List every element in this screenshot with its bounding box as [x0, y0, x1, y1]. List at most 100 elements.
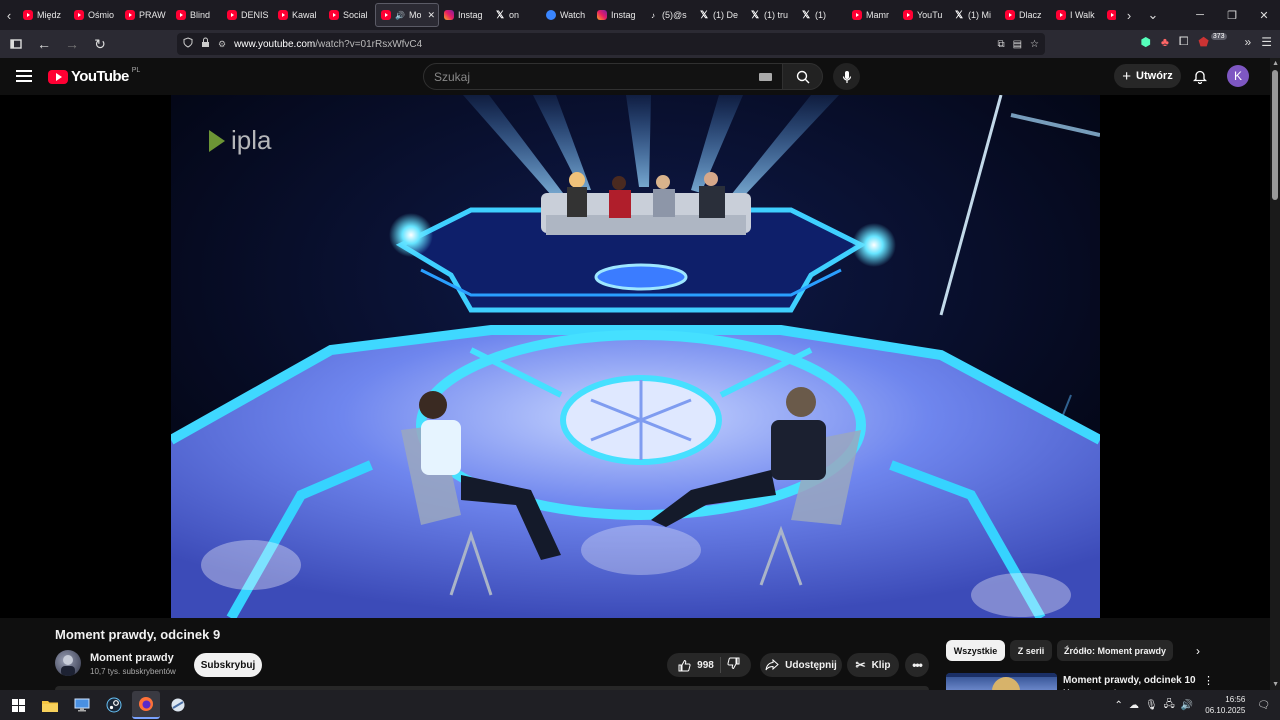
ublock-icon[interactable]: ⬟ [1198, 35, 1208, 49]
recommended-video-thumbnail[interactable] [946, 673, 1057, 690]
browser-tab[interactable]: DENIS [222, 3, 273, 27]
close-window-icon[interactable]: ✕ [1248, 0, 1280, 30]
vpn-shield-icon[interactable]: ⬢ [1140, 35, 1150, 49]
address-bar[interactable]: ⚙ www.youtube.com/watch?v=01rRsxWfvC4 ⧉ … [177, 33, 1045, 55]
tracking-shield-icon[interactable] [183, 37, 193, 51]
browser-tab[interactable]: Kawal [273, 3, 324, 27]
channel-avatar[interactable] [55, 650, 81, 676]
ipla-play-logo-icon [209, 129, 225, 152]
more-actions-button[interactable]: ••• [905, 653, 929, 677]
account-avatar[interactable]: K [1227, 65, 1249, 87]
scissors-icon: ✂ [855, 658, 866, 672]
youtube-logo[interactable]: YouTube PL [48, 67, 140, 85]
chip-all[interactable]: Wszystkie [946, 640, 1005, 661]
page-scrollbar[interactable]: ▲ ▼ [1270, 58, 1280, 690]
notification-center-icon[interactable]: 🗨 [1257, 700, 1270, 711]
extension-badge: 373 [1210, 33, 1227, 40]
browser-tab[interactable]: 🔊 Mo ✕ [375, 3, 439, 27]
like-button[interactable]: 998 [678, 659, 714, 672]
windows-start-icon[interactable] [4, 691, 32, 719]
overflow-chevron-icon[interactable]: » [1245, 35, 1252, 49]
clock[interactable]: 16:56 06.10.2025 [1205, 694, 1245, 716]
network-icon[interactable]: 🖧 [1164, 697, 1175, 714]
search-input[interactable] [434, 69, 734, 84]
web-favicon-icon [546, 10, 556, 20]
browser-tab[interactable]: 𝕏 (1) tru [745, 3, 796, 27]
browser-tab[interactable]: Polit [1102, 3, 1116, 27]
tab-audio-icon[interactable]: 🔊 [395, 11, 405, 20]
close-tab-icon[interactable]: ✕ [427, 10, 435, 21]
tabs-scroll-right-icon[interactable]: › [1120, 0, 1138, 30]
back-icon[interactable]: ← [32, 32, 56, 56]
remote-desktop-icon[interactable] [68, 691, 96, 719]
video-frame[interactable]: ipla [171, 95, 1100, 618]
reload-icon[interactable]: ↻ [88, 32, 112, 56]
bookmark-star-icon[interactable]: ☆ [1030, 39, 1039, 50]
tab-label: Social [343, 10, 368, 20]
search-button[interactable] [782, 63, 823, 90]
tabs-scroll-left-icon[interactable]: ‹ [0, 0, 18, 30]
browser-tab[interactable]: Watch [541, 3, 592, 27]
browser-tab[interactable]: 𝕏on [490, 3, 541, 27]
browser-tab[interactable]: Mamr [847, 3, 898, 27]
x-favicon-icon: 𝕏 [495, 9, 505, 21]
app-menu-icon[interactable]: ☰ [1261, 35, 1272, 49]
guide-menu-icon[interactable] [16, 70, 32, 82]
onedrive-cloud-icon[interactable]: ☁ [1129, 700, 1139, 711]
microphone-tray-icon[interactable]: 🎙 [1145, 700, 1158, 711]
reader-view-icon[interactable]: ▤ [1013, 39, 1022, 50]
firefox-extension-icon[interactable]: ♣ [1161, 35, 1169, 49]
browser-tab[interactable]: 𝕏 (1) Mi [949, 3, 1000, 27]
browser-tab[interactable]: PRAW [120, 3, 171, 27]
scroll-down-icon[interactable]: ▼ [1272, 681, 1279, 688]
video-still-image [171, 95, 1100, 618]
browser-tab[interactable]: ♪ (5)@s [643, 3, 694, 27]
picture-in-picture-icon[interactable]: ⧉ [997, 39, 1004, 50]
keyboard-icon[interactable] [759, 73, 772, 81]
scrollbar-thumb[interactable] [1272, 70, 1278, 200]
chips-next-icon[interactable]: › [1190, 643, 1206, 659]
dislike-button[interactable] [727, 657, 740, 673]
subscribe-button[interactable]: Subskrybuj [194, 653, 262, 677]
tray-overflow-chevron-icon[interactable]: ⌃ [1115, 700, 1123, 711]
voice-search-button[interactable] [833, 63, 860, 90]
browser-tab[interactable]: Ośmio [69, 3, 120, 27]
file-explorer-icon[interactable] [36, 691, 64, 719]
minimize-icon[interactable]: ─ [1184, 0, 1216, 30]
sidebar-toggle-icon[interactable] [4, 32, 28, 56]
scroll-up-icon[interactable]: ▲ [1272, 60, 1279, 67]
forward-icon[interactable]: → [60, 32, 84, 56]
browser-tab[interactable]: 𝕏 (1) [796, 3, 847, 27]
tab-label: Kawal [292, 10, 317, 20]
steam-icon[interactable] [100, 691, 128, 719]
volume-icon[interactable]: 🔊 [1181, 700, 1193, 711]
restore-icon[interactable]: ❐ [1216, 0, 1248, 30]
clip-button[interactable]: ✂ Klip [847, 653, 899, 677]
browser-tab[interactable]: YouTu [898, 3, 949, 27]
tab-label: Watch [560, 10, 586, 20]
recommended-video-title[interactable]: Moment prawdy, odcinek 10 [1063, 675, 1196, 686]
video-player[interactable]: ipla [0, 95, 1270, 618]
firefox-icon[interactable] [132, 691, 160, 719]
recommended-video-menu-icon[interactable]: ⋮ [1203, 674, 1214, 687]
browser-tab[interactable]: Instag [439, 3, 490, 27]
permissions-icon[interactable]: ⚙ [218, 39, 226, 50]
create-button[interactable]: + Utwórz [1114, 64, 1181, 88]
browser-tab[interactable]: Dlacz [1000, 3, 1051, 27]
channel-name[interactable]: Moment prawdy [90, 652, 174, 664]
browser-tab[interactable]: Social [324, 3, 375, 27]
share-button[interactable]: Udostępnij [760, 653, 842, 677]
browser-tab[interactable]: I Walk [1051, 3, 1102, 27]
browser-tab[interactable]: Blind [171, 3, 222, 27]
browser-tab[interactable]: Międz [18, 3, 69, 27]
browser-nav-bar: ← → ↻ ⚙ www.youtube.com/watch?v=01rRsxWf… [0, 30, 1280, 58]
tab-list-dropdown-icon[interactable]: ⌄ [1144, 0, 1162, 30]
notifications-button[interactable] [1190, 66, 1210, 86]
extensions-puzzle-icon[interactable]: ⧠ [1179, 34, 1189, 49]
browser-tab[interactable]: 𝕏 (1) De [694, 3, 745, 27]
chip-from-series[interactable]: Z serii [1010, 640, 1052, 661]
browser-tab[interactable]: Instag [592, 3, 643, 27]
lock-icon[interactable] [201, 37, 210, 51]
pinned-app-icon[interactable] [164, 691, 192, 719]
chip-source[interactable]: Źródło: Moment prawdy [1057, 640, 1173, 661]
